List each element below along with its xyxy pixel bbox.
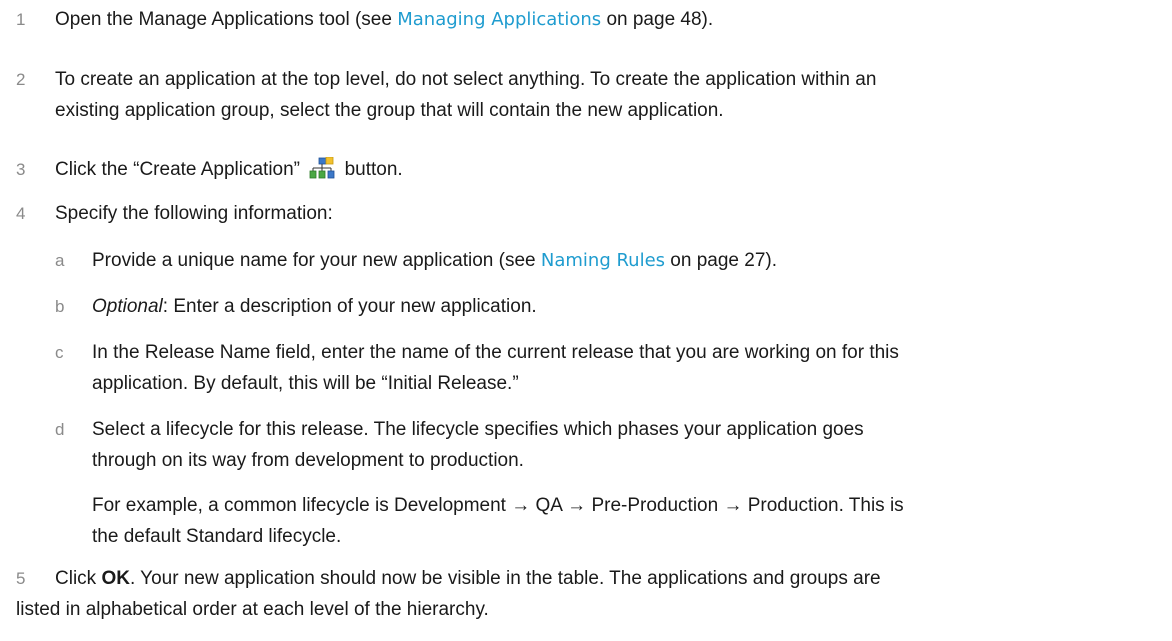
substep-text-line: application. By default, this will be “I… <box>92 373 519 394</box>
step-text-line: Click OK. Your new application should no… <box>55 563 1160 594</box>
step-number: 1 <box>16 10 26 29</box>
step-text-part: on page 48). <box>601 9 714 30</box>
substep-text-line: Select a lifecycle for this release. The… <box>92 419 864 440</box>
substep-text: In the Release Name field, enter the nam… <box>92 337 1152 399</box>
substep-text-part: : Enter a description of your new applic… <box>162 296 537 317</box>
substep-text-line: through on its way from development to p… <box>92 450 524 471</box>
ok-label: OK <box>101 568 130 589</box>
step-text: Click OK. Your new application should no… <box>55 563 1160 594</box>
lifecycle-example-line: For example, a common lifecycle is Devel… <box>92 495 904 516</box>
step-text-part: button. <box>344 159 403 180</box>
naming-rules-link[interactable]: Naming Rules <box>541 250 665 271</box>
substep-letter: b <box>55 297 65 316</box>
document-page: 1 Open the Manage Applications tool (see… <box>0 0 1172 641</box>
step-text-part: Open the Manage Applications tool (see <box>55 9 398 30</box>
step-number: 5 <box>16 569 26 588</box>
substep-text: Provide a unique name for your new appli… <box>92 245 1152 276</box>
step-text-part: Click the “Create Application” <box>55 159 300 180</box>
step-text-part: Click <box>55 568 102 589</box>
optional-label: Optional <box>92 296 163 317</box>
step-text-line: existing application group, select the g… <box>55 100 724 121</box>
substep-text: Select a lifecycle for this release. The… <box>92 414 1152 552</box>
step-text-part: . Your new application should now be vis… <box>129 568 881 589</box>
step-text: Click the “Create Application” button. <box>55 154 1160 185</box>
step-text: Specify the following information: <box>55 203 333 224</box>
step-text-line: To create an application at the top leve… <box>55 69 877 90</box>
lifecycle-example-line: the default Standard lifecycle. <box>92 526 342 547</box>
substep-text-part: Provide a unique name for your new appli… <box>92 250 541 271</box>
substep-letter: a <box>55 251 65 270</box>
substep-text: Optional: Enter a description of your ne… <box>92 291 1152 322</box>
step-number: 2 <box>16 70 26 89</box>
step-number: 3 <box>16 160 26 179</box>
step-text: To create an application at the top leve… <box>55 64 1160 126</box>
step-text-line: listed in alphabetical order at each lev… <box>16 599 489 620</box>
substep-letter: d <box>55 420 65 439</box>
substep-text-line: In the Release Name field, enter the nam… <box>92 342 899 363</box>
managing-applications-link[interactable]: Managing Applications <box>397 9 601 30</box>
step-text: Open the Manage Applications tool (see M… <box>55 4 1160 35</box>
create-application-icon <box>309 156 335 179</box>
substep-letter: c <box>55 343 64 362</box>
step-number: 4 <box>16 204 26 223</box>
substep-text-part: on page 27). <box>665 250 778 271</box>
